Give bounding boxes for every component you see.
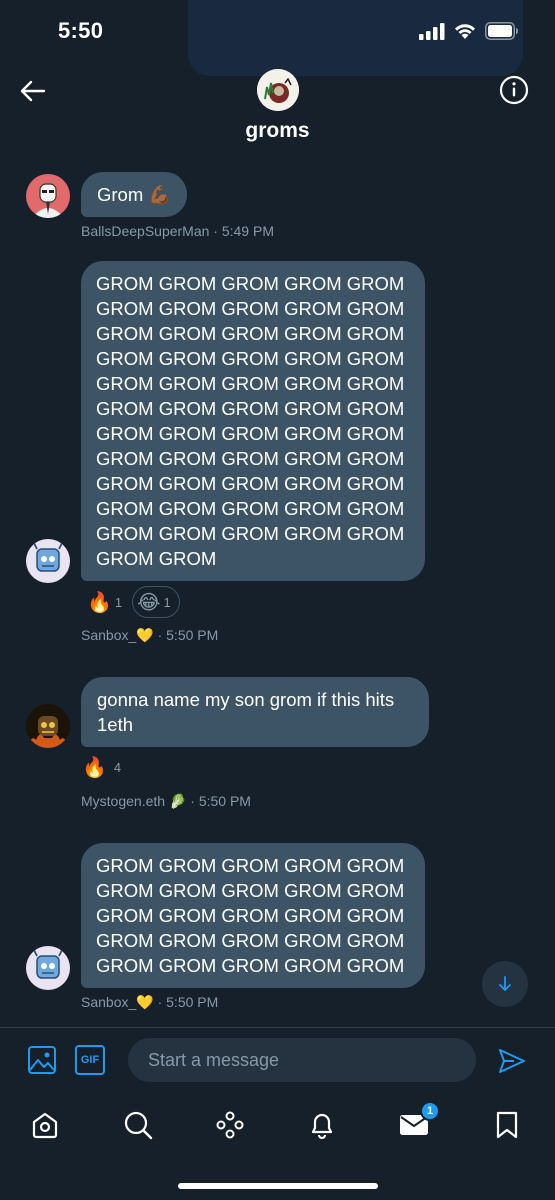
avatar-image [26, 174, 70, 218]
message-time: · 5:50 PM [190, 793, 251, 809]
wifi-icon [455, 24, 475, 39]
avatar-image [26, 539, 70, 583]
laughing-emoji-icon: 😂 [137, 590, 161, 614]
message-text: GROM GROM GROM GROM GROM GROM GROM GROM … [96, 855, 405, 976]
sender-name[interactable]: Mystogen.eth 🥬 [81, 793, 186, 809]
media-button[interactable] [27, 1045, 57, 1075]
tab-home[interactable] [29, 1109, 61, 1141]
message-meta: Sanbox_💛 · 5:50 PM [81, 994, 218, 1011]
fire-emoji-icon: 🔥 [82, 755, 107, 779]
reaction-laughing[interactable]: 😂 1 [132, 586, 180, 618]
reaction-count: 4 [113, 759, 122, 775]
sender-name[interactable]: Sanbox_💛 [81, 627, 154, 643]
reaction-fire[interactable]: 🔥 1 [87, 590, 122, 614]
home-icon [32, 1112, 58, 1139]
avatar-image [26, 704, 70, 748]
message-bubble[interactable]: Grom 💪🏾 [81, 172, 188, 217]
message-meta: Mystogen.eth 🥬 · 5:50 PM [81, 793, 251, 810]
avatar-sanbox[interactable] [26, 539, 70, 583]
message-bubble[interactable]: GROM GROM GROM GROM GROM GROM GROM GROM … [81, 261, 425, 581]
message-time: · 5:50 PM [157, 994, 219, 1010]
message-text: gonna name my son grom if this hits 1eth [97, 689, 395, 735]
reaction-count: 1 [163, 594, 171, 610]
group-avatar-image [257, 69, 299, 111]
fire-emoji-icon: 🔥 [87, 590, 112, 614]
tab-messages[interactable]: 1 [398, 1101, 440, 1141]
cellular-signal-icon [419, 22, 445, 40]
gif-button[interactable]: GIF [75, 1045, 105, 1075]
message-input[interactable] [128, 1038, 476, 1082]
sender-name[interactable]: BallsDeepSuperMan [81, 223, 209, 239]
avatar-ballsdeepsuperman[interactable] [26, 174, 70, 218]
spaces-icon [216, 1111, 244, 1139]
message-meta: BallsDeepSuperMan · 5:49 PM [81, 223, 274, 239]
status-icons [419, 22, 519, 40]
send-button[interactable] [497, 1046, 527, 1076]
tab-spaces[interactable] [214, 1109, 246, 1141]
info-icon [499, 75, 529, 105]
search-icon [124, 1111, 153, 1140]
arrow-left-icon [20, 80, 46, 102]
arrow-down-icon [499, 976, 511, 991]
home-indicator [178, 1183, 378, 1189]
image-icon [28, 1046, 56, 1074]
message-bubble[interactable]: GROM GROM GROM GROM GROM GROM GROM GROM … [81, 843, 425, 988]
avatar-sanbox[interactable] [26, 946, 70, 990]
back-button[interactable] [18, 76, 48, 106]
group-avatar[interactable] [257, 69, 299, 111]
reaction-count: 1 [114, 594, 123, 610]
message-text: Grom 💪🏾 [97, 184, 172, 205]
message-bubble[interactable]: gonna name my son grom if this hits 1eth [81, 677, 429, 747]
message-time: · 5:49 PM [213, 223, 274, 239]
message-time: · 5:50 PM [157, 627, 219, 643]
status-time: 5:50 [58, 18, 104, 43]
message-composer: GIF [0, 1027, 555, 1093]
conversation-title[interactable]: groms [0, 119, 555, 143]
tab-bookmarks[interactable] [491, 1109, 523, 1141]
message-meta: Sanbox_💛 · 5:50 PM [81, 627, 218, 644]
avatar-image [26, 946, 70, 990]
info-button[interactable] [499, 75, 529, 105]
message-text: GROM GROM GROM GROM GROM GROM GROM GROM … [96, 273, 405, 569]
bell-icon [311, 1113, 333, 1140]
send-icon [499, 1049, 525, 1073]
message-reactions: 🔥 4 [82, 755, 121, 779]
tab-explore[interactable] [122, 1109, 154, 1141]
sender-name[interactable]: Sanbox_💛 [81, 994, 154, 1010]
tab-notifications[interactable] [306, 1109, 338, 1141]
conversation-header: groms [0, 62, 555, 154]
message-reactions: 🔥 1 😂 1 [87, 586, 180, 618]
gif-label: GIF [80, 1054, 100, 1066]
reaction-fire[interactable]: 🔥 4 [82, 755, 121, 779]
status-bar: 5:50 [0, 0, 555, 76]
avatar-mystogen[interactable] [26, 704, 70, 748]
messages-badge: 1 [420, 1101, 440, 1121]
bookmark-icon [496, 1111, 518, 1139]
battery-icon [485, 22, 518, 40]
scroll-to-bottom-button[interactable] [482, 961, 528, 1007]
